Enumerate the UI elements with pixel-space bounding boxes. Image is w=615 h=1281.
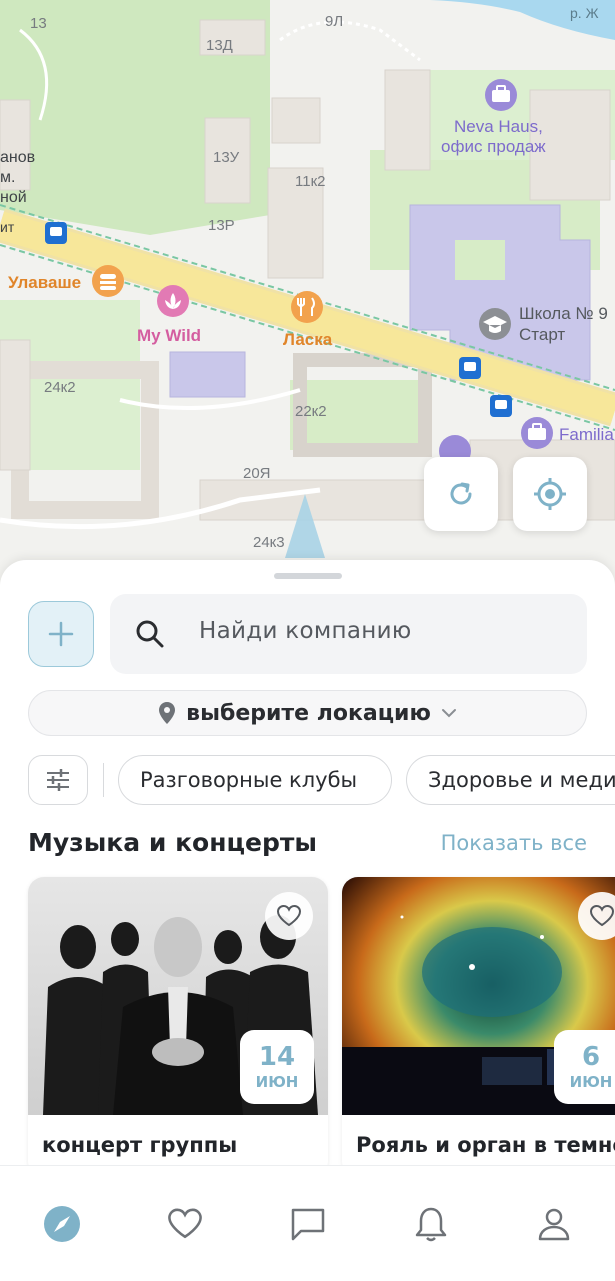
search-icon (136, 620, 164, 648)
event-card[interactable]: 14 ИЮН концерт группы (28, 877, 328, 1177)
burger-icon (100, 274, 116, 279)
transit-stop-icon[interactable] (459, 357, 481, 379)
map-partial-label: ной (0, 189, 27, 206)
chat-icon (291, 1208, 324, 1240)
poi-label: офис продаж (441, 137, 546, 156)
transit-stop-icon[interactable] (490, 395, 512, 417)
heart-icon (276, 904, 302, 927)
house-label: 13У (213, 149, 240, 166)
chip-label: Здоровье и медицина (428, 768, 615, 792)
poi-label: Улавашe (8, 273, 81, 292)
house-label: 13Р (208, 217, 235, 234)
search-input[interactable]: Найди компанию (110, 594, 587, 674)
house-label: 9Л (325, 13, 343, 30)
date-month: ИЮН (569, 1073, 613, 1091)
house-label: 13 (30, 15, 47, 32)
map-partial-label: анов (0, 149, 35, 166)
event-title: Рояль и орган в темноте (356, 1133, 615, 1157)
chip-health[interactable]: Здоровье и медицина (406, 755, 615, 805)
locate-me-button[interactable] (513, 457, 587, 531)
heart-icon (589, 904, 615, 927)
date-badge: 6 ИЮН (554, 1030, 615, 1104)
filters-button[interactable] (28, 755, 88, 805)
refresh-icon (450, 482, 472, 505)
favorite-button[interactable] (265, 892, 313, 940)
house-label: 22к2 (295, 403, 327, 420)
date-badge: 14 ИЮН (240, 1030, 314, 1104)
heart-icon (167, 1208, 202, 1238)
refresh-button[interactable] (424, 457, 498, 531)
chevron-down-icon (441, 709, 456, 718)
location-label: выберите локацию (186, 700, 431, 726)
poi-label: Ласка (283, 330, 333, 349)
map-partial-label: р. Ж (570, 5, 599, 21)
poi-label: Familia (559, 425, 614, 444)
show-all-link[interactable]: Показать все (441, 831, 587, 855)
add-button[interactable] (28, 601, 94, 667)
event-title: концерт группы (42, 1133, 238, 1157)
nav-notifications[interactable] (369, 1166, 492, 1281)
poi-label: Neva Haus, (454, 117, 543, 136)
house-label: 13Д (206, 37, 233, 54)
transit-stop-icon[interactable] (45, 222, 67, 244)
house-label: 24к2 (44, 379, 76, 396)
poi-label: Старт (519, 325, 565, 344)
map-partial-label: м. (0, 169, 15, 186)
pin-icon (159, 702, 176, 724)
nav-profile[interactable] (492, 1166, 615, 1281)
poi-label: My Wild (137, 326, 201, 345)
nav-messages[interactable] (246, 1166, 369, 1281)
plus-icon (48, 621, 74, 647)
divider (103, 763, 104, 797)
date-month: ИЮН (255, 1073, 299, 1091)
date-day: 6 (581, 1042, 601, 1072)
location-selector[interactable]: выберите локацию (28, 690, 587, 736)
nav-explore[interactable] (0, 1166, 123, 1281)
bottom-sheet[interactable]: Найди компанию выберите локацию Разговор… (0, 560, 615, 1281)
house-label: 11к2 (295, 173, 325, 190)
bell-icon (415, 1207, 446, 1241)
crosshair-icon (534, 478, 566, 510)
sheet-drag-handle[interactable] (274, 573, 342, 579)
event-card[interactable]: 6 ИЮН Рояль и орган в темноте (342, 877, 615, 1177)
user-icon (538, 1208, 569, 1240)
bottom-navigation (0, 1165, 615, 1281)
nav-favorites[interactable] (123, 1166, 246, 1281)
compass-icon (43, 1205, 80, 1242)
chip-conversation-clubs[interactable]: Разговорные клубы (118, 755, 392, 805)
section-title: Музыка и концерты (28, 828, 317, 857)
house-label: 20Я (243, 465, 271, 482)
search-placeholder: Найди компанию (199, 618, 412, 644)
house-label: 24к3 (253, 534, 285, 551)
map-partial-label: ит (0, 219, 15, 235)
date-day: 14 (258, 1042, 296, 1072)
sliders-icon (47, 769, 69, 791)
poi-label: Школа № 9 (519, 304, 608, 323)
chip-label: Разговорные клубы (140, 768, 358, 792)
